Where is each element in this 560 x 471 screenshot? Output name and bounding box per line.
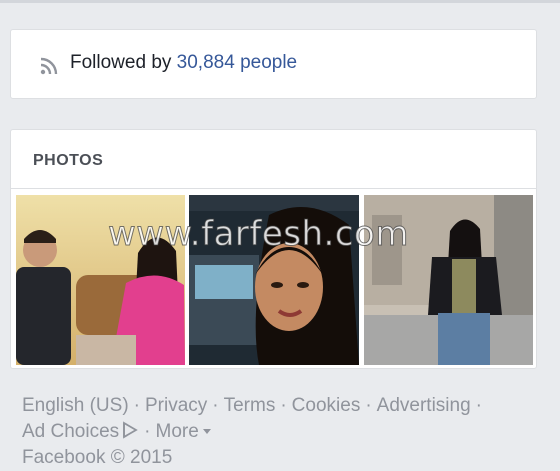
- footer-separator: ·: [133, 395, 140, 416]
- rss-icon: [40, 57, 58, 75]
- footer-link-terms[interactable]: Terms: [224, 395, 276, 416]
- followers-card: Followed by 30,884 people: [10, 29, 537, 99]
- watermark-text: www.farfesh.com: [108, 214, 409, 255]
- followers-count-link[interactable]: 30,884 people: [177, 52, 297, 73]
- photos-title[interactable]: PHOTOS: [33, 152, 103, 170]
- top-divider: [0, 0, 560, 3]
- footer-more-link[interactable]: More: [156, 421, 199, 442]
- footer-link-cookies[interactable]: Cookies: [292, 395, 361, 416]
- photos-header: PHOTOS: [11, 130, 536, 189]
- chevron-down-icon[interactable]: [202, 429, 211, 434]
- footer: English (US) · Privacy · Terms · Cookies · Adver…: [22, 393, 522, 471]
- footer-separator: ·: [212, 395, 219, 416]
- footer-separator: ·: [365, 395, 372, 416]
- footer-copyright: Facebook © 2015: [22, 447, 173, 468]
- footer-link-language[interactable]: English (US): [22, 395, 129, 416]
- footer-link-advertising[interactable]: Advertising: [377, 395, 471, 416]
- followers-prefix: Followed by: [70, 52, 172, 73]
- footer-link-ad-choices[interactable]: Ad Choices: [22, 421, 119, 442]
- footer-link-privacy[interactable]: Privacy: [145, 395, 207, 416]
- footer-separator: ·: [280, 395, 287, 416]
- footer-separator: ·: [144, 421, 151, 442]
- footer-separator: ·: [475, 395, 482, 416]
- ad-choices-icon[interactable]: [121, 421, 139, 439]
- followers-text: Followed by 30,884 people: [70, 52, 297, 74]
